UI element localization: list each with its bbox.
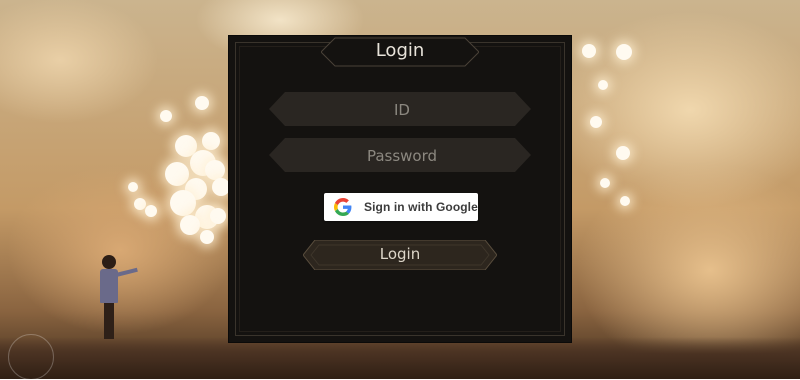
id-field[interactable]	[269, 92, 531, 128]
login-panel: Login Sign in with Google Login	[229, 36, 571, 342]
corner-ring-decoration	[8, 334, 54, 380]
background-child-figure	[98, 255, 138, 341]
id-input[interactable]	[289, 92, 515, 128]
panel-frame-inner	[239, 46, 561, 332]
panel-title-plate: Login	[321, 36, 479, 68]
login-button-label: Login	[379, 245, 421, 263]
password-field[interactable]	[269, 138, 531, 174]
google-sign-in-label: Sign in with Google	[364, 200, 478, 214]
login-button[interactable]: Login	[303, 240, 497, 270]
password-input[interactable]	[289, 138, 515, 174]
google-sign-in-button[interactable]: Sign in with Google	[324, 193, 478, 221]
background-ground	[0, 337, 800, 379]
google-g-icon	[334, 198, 352, 216]
panel-title: Login	[375, 40, 425, 61]
